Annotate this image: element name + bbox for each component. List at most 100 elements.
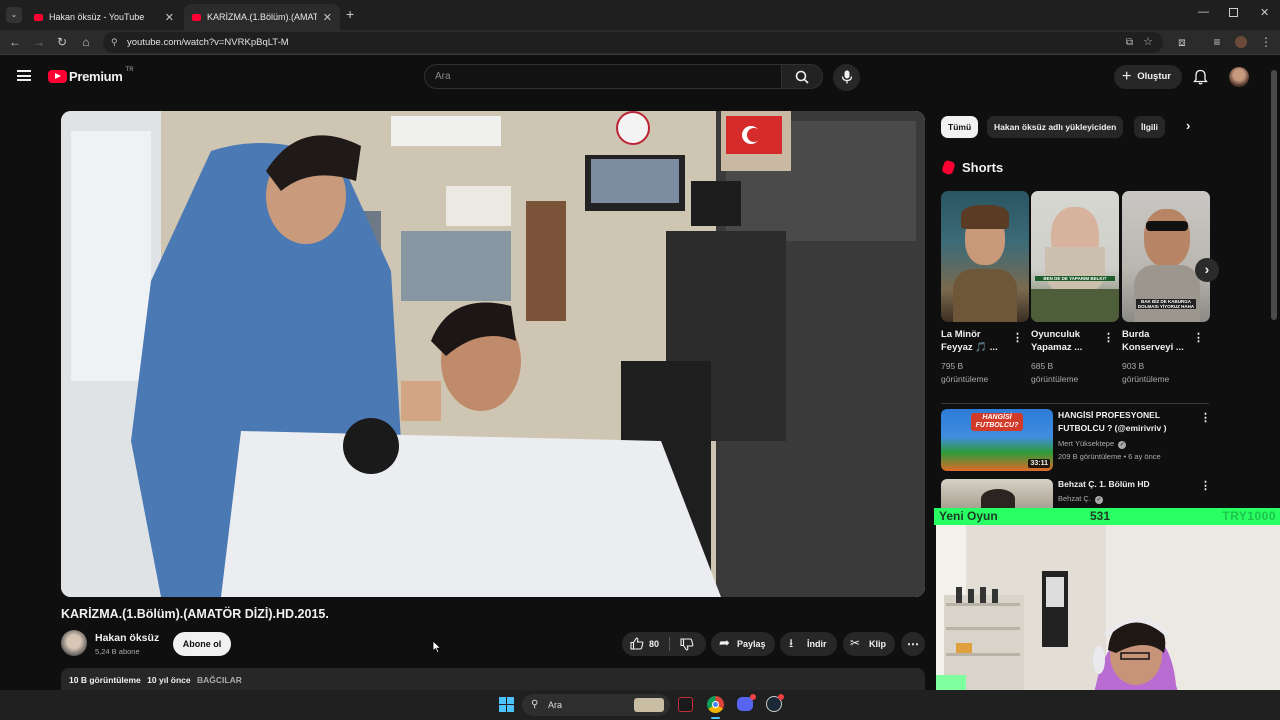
short-overlay-text: BEN DE DE YAPARIM BELKI?	[1035, 276, 1115, 281]
notifications-bell-icon[interactable]	[1193, 69, 1208, 85]
chrome-icon[interactable]	[707, 696, 724, 713]
chips-next-arrow-icon[interactable]: ›	[1186, 118, 1190, 133]
location-tag[interactable]: BAĞCILAR	[197, 675, 242, 685]
share-arrow-icon: ➦	[719, 635, 730, 650]
video-duration: 33:11	[1028, 459, 1050, 468]
short-thumbnail[interactable]	[941, 191, 1029, 322]
windows-taskbar: ⚲ Ara	[0, 690, 1280, 720]
short-overlay-text: BAK BİZ DE KABURGA DOLMASI YİYORUZ HAHA	[1136, 299, 1196, 309]
thumbnail-text: HANGİSİ FUTBOLCU?	[971, 413, 1023, 431]
shorts-next-button[interactable]: ›	[1195, 258, 1219, 282]
chip-all[interactable]: Tümü	[941, 116, 979, 138]
youtube-favicon-icon	[34, 13, 43, 21]
close-tab-icon[interactable]: ✕	[165, 11, 174, 24]
voice-search-button[interactable]	[833, 64, 860, 91]
app-icon[interactable]	[678, 697, 693, 712]
windows-start-icon[interactable]	[499, 697, 514, 712]
short-thumbnail[interactable]: BAK BİZ DE KABURGA DOLMASI YİYORUZ HAHA	[1122, 191, 1210, 322]
video-thumbnail[interactable]: HANGİSİ FUTBOLCU? 33:11	[941, 409, 1053, 471]
home-icon[interactable]: ⌂	[79, 35, 93, 49]
tab-channel[interactable]: Hakan öksüz - YouTube ✕	[26, 4, 182, 30]
video-menu-icon[interactable]: ⋮	[1200, 411, 1211, 424]
clip-label: Klip	[869, 639, 886, 649]
video-title-link[interactable]: HANGİSİ PROFESYONEL FUTBOLCU ? (@emirivr…	[1058, 409, 1198, 435]
mouse-cursor-icon	[432, 640, 442, 654]
like-dislike-group: 80	[622, 632, 706, 656]
clip-button[interactable]: ✂ Klip	[843, 632, 895, 656]
browser-toolbar: ← → ↻ ⌂ ⚲ youtube.com/watch?v=NVRKpBqLT-…	[0, 30, 1280, 55]
short-menu-icon[interactable]: ⋮	[1012, 331, 1023, 344]
site-info-icon[interactable]: ⚲	[111, 32, 118, 53]
taskbar-active-indicator	[711, 717, 720, 719]
more-actions-button[interactable]: ⋯	[901, 632, 925, 656]
create-label: Oluştur	[1137, 71, 1171, 82]
video-channel[interactable]: Mert Yüksektepe ✓	[1058, 439, 1127, 449]
search-icon: ⚲	[531, 699, 539, 710]
video-frame	[61, 111, 925, 597]
search-button[interactable]	[781, 64, 823, 89]
overlay-code: TRY1000	[1222, 509, 1276, 523]
share-button[interactable]: ➦ Paylaş	[711, 632, 775, 656]
video-meta: 209 B görüntüleme • 6 ay önce	[1058, 452, 1161, 461]
channel-name-text: Behzat Ç.	[1058, 494, 1091, 503]
youtube-play-icon	[48, 70, 67, 83]
extensions-icon[interactable]: ⧈	[1175, 35, 1189, 49]
like-button[interactable]	[622, 632, 666, 656]
short-views: 685 B görüntüleme	[1031, 361, 1079, 384]
account-avatar[interactable]	[1229, 67, 1249, 87]
short-title[interactable]: Burda Konserveyi ...	[1122, 328, 1192, 354]
short-title[interactable]: La Minör Feyyaz 🎵 ...	[941, 328, 1011, 354]
minimize-window-button[interactable]: —	[1198, 6, 1209, 18]
short-menu-icon[interactable]: ⋮	[1103, 331, 1114, 344]
media-control-icon[interactable]: ≡	[1210, 35, 1224, 49]
close-window-button[interactable]: ✕	[1260, 6, 1269, 19]
video-thumbnail[interactable]	[941, 479, 1053, 508]
download-icon: ⭳	[789, 636, 794, 650]
youtube-premium-logo[interactable]: Premium TR	[48, 67, 134, 84]
video-player[interactable]	[61, 111, 925, 597]
search-icon	[795, 70, 809, 84]
back-arrow-icon[interactable]: ←	[8, 35, 22, 49]
reload-icon[interactable]: ↻	[55, 35, 69, 49]
profile-avatar[interactable]	[1235, 36, 1247, 48]
discord-icon[interactable]	[737, 694, 756, 711]
scissors-icon: ✂	[850, 636, 861, 650]
share-label: Paylaş	[737, 639, 766, 649]
create-button[interactable]: + Oluştur	[1114, 65, 1182, 89]
short-thumbnail[interactable]: BEN DE DE YAPARIM BELKI?	[1031, 191, 1119, 322]
channel-name[interactable]: Hakan öksüz	[95, 632, 159, 644]
search-input[interactable]: Ara	[424, 64, 782, 89]
bookmark-star-icon[interactable]: ☆	[1143, 32, 1153, 53]
browser-menu-icon[interactable]: ⋮	[1259, 35, 1273, 49]
short-title[interactable]: Oyunculuk Yapamaz ...	[1031, 328, 1101, 354]
section-divider	[941, 403, 1209, 404]
microphone-icon	[841, 70, 853, 84]
taskbar-search-label: Ara	[548, 700, 563, 710]
video-title-link[interactable]: Behzat Ç. 1. Bölüm HD	[1058, 478, 1198, 491]
url-field[interactable]: ⚲ youtube.com/watch?v=NVRKpBqLT-M ⧉ ☆	[103, 32, 1163, 53]
maximize-window-button[interactable]	[1229, 8, 1238, 17]
install-app-icon[interactable]: ⧉	[1126, 32, 1133, 53]
video-menu-icon[interactable]: ⋮	[1200, 479, 1211, 492]
video-title: KARİZMA.(1.Bölüm).(AMATÖR DİZİ).HD.2015.	[61, 607, 329, 621]
download-button[interactable]: ⭳ İndir	[780, 632, 837, 656]
forward-arrow-icon[interactable]: →	[32, 35, 46, 49]
steam-icon[interactable]	[766, 694, 784, 712]
short-menu-icon[interactable]: ⋮	[1193, 331, 1204, 344]
stream-counter-bar: Yeni Oyun 531 TRY1000	[934, 508, 1280, 525]
video-channel[interactable]: Behzat Ç. ✓	[1058, 494, 1104, 504]
chip-from-uploader[interactable]: Hakan öksüz adlı yükleyiciden	[987, 116, 1124, 138]
page-scrollbar[interactable]	[1271, 70, 1277, 320]
hamburger-menu-icon[interactable]	[17, 70, 31, 81]
channel-avatar[interactable]	[61, 630, 87, 656]
tab-list-button[interactable]: ⌄	[6, 7, 22, 23]
subscribe-button[interactable]: Abone ol	[173, 632, 231, 656]
thumbs-down-icon	[680, 638, 694, 651]
shorts-heading: Shorts	[941, 159, 1003, 176]
overlay-count: 531	[1090, 509, 1111, 523]
new-tab-button[interactable]: +	[346, 6, 354, 22]
chip-related[interactable]: İlgili	[1134, 116, 1165, 138]
taskbar-search[interactable]: ⚲ Ara	[522, 694, 670, 716]
close-tab-icon[interactable]: ✕	[323, 11, 332, 24]
tab-video-active[interactable]: KARİZMA.(1.Bölüm).(AMATÖR D ✕	[184, 4, 340, 30]
